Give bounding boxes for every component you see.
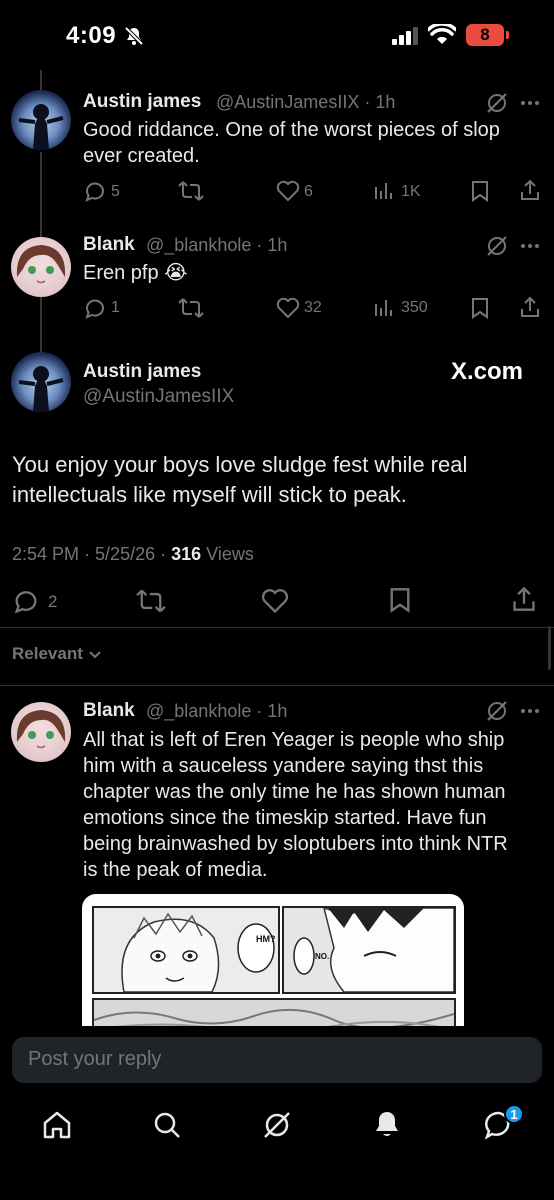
views-count: 350 — [401, 299, 428, 316]
tweet-text-line: emotions since the timeskip started. Hav… — [83, 807, 487, 829]
author-name[interactable]: Austin james — [83, 361, 201, 383]
battery-indicator: 8 — [466, 24, 504, 46]
share-icon[interactable] — [519, 296, 541, 318]
author-name[interactable]: Austin james — [83, 91, 201, 113]
thread-line — [40, 294, 42, 354]
tweet-text-line: Good riddance. One of the worst pieces o… — [83, 119, 500, 141]
divider — [0, 627, 554, 628]
like-icon[interactable] — [261, 588, 289, 614]
grok-icon[interactable] — [486, 700, 508, 722]
like-icon[interactable] — [276, 180, 300, 202]
bookmark-icon[interactable] — [471, 297, 489, 319]
grok-icon[interactable] — [486, 235, 508, 257]
share-icon[interactable] — [511, 586, 537, 612]
search-icon[interactable] — [152, 1110, 182, 1140]
manga-panel — [92, 906, 280, 994]
views-icon[interactable] — [374, 181, 394, 201]
author-handle: @_blankhole · 1h — [146, 701, 288, 721]
tweet-text: Eren pfp 😭 — [83, 262, 188, 284]
author-handle: @_blankhole · 1h — [146, 235, 288, 255]
author-handle: @AustinJamesIIX · 1h — [216, 92, 396, 112]
reply-count: 5 — [111, 183, 120, 200]
share-icon[interactable] — [519, 179, 541, 201]
tweet-text-line: You enjoy your boys love sludge fest whi… — [12, 452, 468, 477]
grok-icon[interactable] — [486, 92, 508, 114]
author-name[interactable]: Blank — [83, 234, 135, 256]
tweet-text-line: intellectuals like myself will stick to … — [12, 482, 407, 507]
repost-icon[interactable] — [178, 180, 204, 202]
avatar[interactable] — [11, 352, 71, 412]
tweet-timestamp: 2:54 PM · 5/25/26 · 316 Views — [12, 544, 254, 564]
bookmark-icon[interactable] — [389, 587, 411, 613]
reply-icon[interactable] — [83, 296, 107, 320]
avatar[interactable] — [11, 90, 71, 150]
cellular-signal-icon — [392, 27, 420, 45]
reply-count: 2 — [48, 592, 58, 611]
avatar[interactable] — [11, 702, 71, 762]
scroll-indicator — [548, 626, 551, 670]
tweet-text-line: is the peak of media. — [83, 859, 268, 881]
sort-label: Relevant — [12, 644, 83, 663]
manga-panel — [282, 906, 456, 994]
tweet-text-line: All that is left of Eren Yeager is peopl… — [83, 729, 505, 751]
reply-input[interactable]: Post your reply — [12, 1037, 542, 1083]
reply-count: 1 — [111, 299, 120, 316]
tweet-text-line: ever created. — [83, 145, 200, 167]
like-count: 6 — [304, 183, 313, 200]
avatar[interactable] — [11, 237, 71, 297]
battery-nub — [506, 31, 509, 39]
messages-badge: 1 — [504, 1104, 524, 1124]
chevron-down-icon — [88, 650, 102, 660]
repost-icon[interactable] — [136, 588, 166, 614]
home-icon[interactable] — [42, 1111, 72, 1139]
speech-bubble-text: NO. — [315, 952, 330, 961]
more-options-icon[interactable] — [520, 708, 540, 714]
bell-slash-icon — [124, 26, 144, 46]
grok-icon[interactable] — [262, 1110, 292, 1140]
tweet-text-line: chapter was the only time he has shown h… — [83, 781, 506, 803]
tweet-text-line: him with a sauceless yandere saying thst… — [83, 755, 484, 777]
views-count: 1K — [401, 183, 421, 200]
x-watermark: X.com — [451, 358, 524, 385]
more-options-icon[interactable] — [520, 100, 540, 106]
author-name[interactable]: Blank — [83, 700, 135, 722]
author-handle[interactable]: @AustinJamesIIX — [83, 386, 234, 408]
reply-icon[interactable] — [83, 179, 107, 203]
media-image[interactable]: HM? NO. — [82, 894, 464, 1034]
more-options-icon[interactable] — [520, 243, 540, 249]
speech-bubble-text: HM? — [256, 934, 276, 944]
reply-icon[interactable] — [12, 587, 40, 615]
tweet-text-line: being brainwashed by sloptubers into thi… — [83, 833, 508, 855]
like-count: 32 — [304, 299, 322, 316]
notifications-icon[interactable] — [374, 1110, 400, 1138]
sort-dropdown[interactable]: Relevant — [12, 644, 102, 664]
repost-icon[interactable] — [178, 297, 204, 319]
bookmark-icon[interactable] — [471, 180, 489, 202]
thread-line — [40, 70, 42, 90]
divider — [0, 685, 554, 686]
like-icon[interactable] — [276, 297, 300, 319]
thread-line — [40, 152, 42, 238]
views-icon[interactable] — [374, 298, 394, 318]
emoji: 😭 — [164, 262, 188, 284]
status-time: 4:09 — [66, 22, 117, 49]
wifi-icon — [428, 24, 456, 46]
